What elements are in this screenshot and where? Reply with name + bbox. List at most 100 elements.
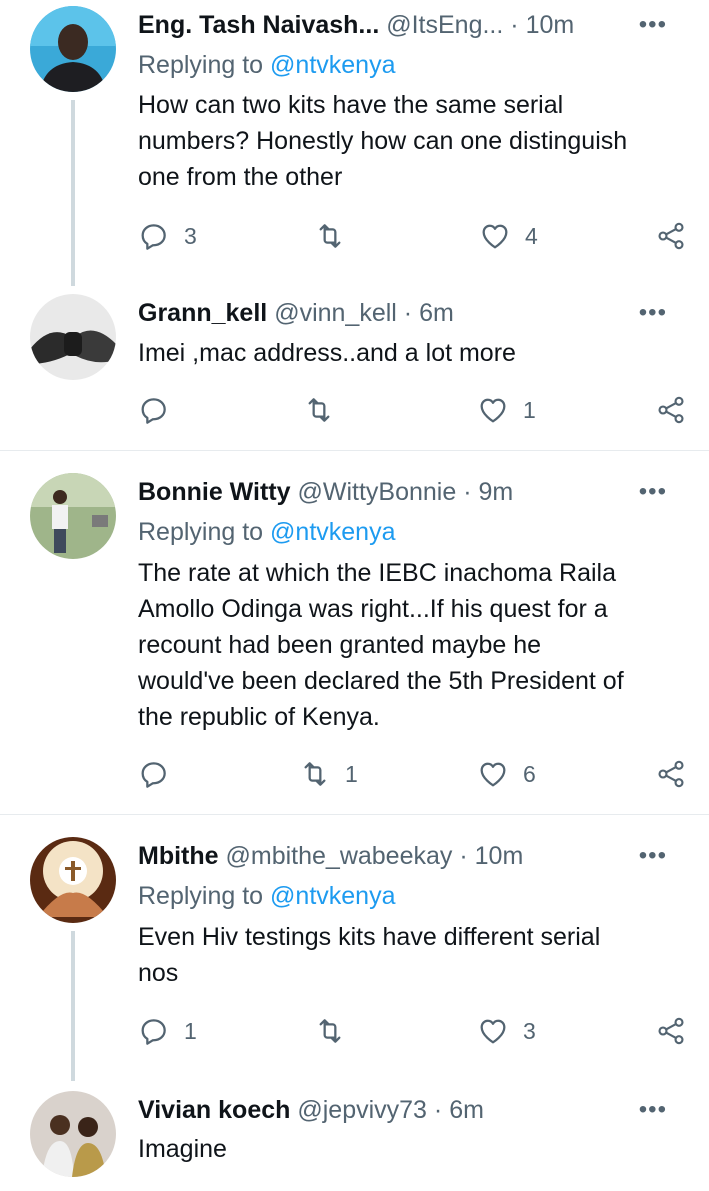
reply-icon: [141, 1019, 166, 1045]
like-button[interactable]: 3: [477, 1011, 536, 1051]
tweet-5[interactable]: Vivian koech @jepvivy73 · 6m ••• Imagine: [0, 1085, 709, 1191]
like-icon: [482, 224, 508, 249]
tweet-text: Even Hiv testings kits have different se…: [138, 919, 698, 991]
separator-dot: ·: [510, 11, 519, 39]
like-icon: [480, 398, 506, 423]
reply-icon: [141, 224, 166, 250]
tweet-text-line: Imei ,mac address..and a lot more: [138, 339, 516, 367]
reply-button[interactable]: [138, 390, 184, 430]
like-icon: [480, 1019, 506, 1044]
mention-link[interactable]: @ntvkenya: [270, 51, 395, 79]
tweet-header: Mbithe @mbithe_wabeekay · 10m •••: [138, 839, 689, 873]
thread-line: [71, 931, 75, 1081]
user-handle[interactable]: @ItsEng...: [386, 11, 503, 39]
tweet-text-line: recount had been granted maybe he: [138, 631, 542, 659]
tweet-actions: 1: [138, 390, 698, 430]
mention-link[interactable]: @ntvkenya: [270, 518, 395, 546]
tweet-3[interactable]: Bonnie Witty @WittyBonnie · 9m ••• Reply…: [0, 451, 709, 813]
retweet-button[interactable]: 1: [299, 754, 358, 794]
separator-dot: ·: [459, 842, 468, 870]
retweet-button[interactable]: [314, 1011, 360, 1051]
like-icon: [480, 762, 506, 787]
retweet-icon: [308, 398, 330, 422]
tweet-header: Bonnie Witty @WittyBonnie · 9m •••: [138, 475, 689, 509]
more-options-icon[interactable]: •••: [639, 8, 667, 42]
user-handle[interactable]: @WittyBonnie: [298, 478, 457, 506]
like-count: 3: [523, 1017, 536, 1044]
reply-button[interactable]: 3: [138, 216, 197, 256]
share-icon: [658, 760, 684, 788]
avatar[interactable]: [30, 473, 116, 559]
replying-to: Replying to @ntvkenya: [138, 879, 395, 913]
avatar[interactable]: [30, 1091, 116, 1177]
avatar-image: [30, 1091, 116, 1177]
avatar[interactable]: [30, 294, 116, 380]
timestamp[interactable]: 10m: [475, 842, 524, 870]
tweet-text: Imei ,mac address..and a lot more: [138, 335, 698, 371]
tweet-text-line: numbers? Honestly how can one distinguis…: [138, 127, 628, 155]
tweet-actions: 1 6: [138, 754, 698, 794]
more-options-icon[interactable]: •••: [639, 296, 667, 330]
display-name[interactable]: Vivian koech: [138, 1096, 290, 1124]
like-button[interactable]: 4: [479, 216, 538, 256]
more-options-icon[interactable]: •••: [639, 1093, 667, 1127]
timestamp[interactable]: 9m: [479, 478, 514, 506]
timestamp[interactable]: 10m: [526, 11, 575, 39]
like-button[interactable]: 1: [477, 390, 536, 430]
retweet-button[interactable]: [303, 390, 349, 430]
display-name[interactable]: Mbithe: [138, 842, 219, 870]
separator-dot: ·: [463, 478, 472, 506]
tweet-text-line: How can two kits have the same serial: [138, 91, 564, 119]
like-button[interactable]: 6: [477, 754, 536, 794]
display-name[interactable]: Eng. Tash Naivash...: [138, 11, 379, 39]
share-button[interactable]: [655, 754, 687, 794]
display-name[interactable]: Bonnie Witty: [138, 478, 291, 506]
avatar-image: [30, 473, 116, 559]
avatar-image: [30, 294, 116, 380]
user-handle[interactable]: @vinn_kell: [274, 299, 397, 327]
retweet-count: 1: [345, 760, 358, 787]
tweet-1[interactable]: Eng. Tash Naivash... @ItsEng... · 10m ••…: [0, 0, 709, 290]
retweet-icon: [304, 762, 326, 786]
share-icon: [658, 222, 684, 250]
share-button[interactable]: [655, 216, 687, 256]
share-icon: [658, 396, 684, 424]
timestamp[interactable]: 6m: [449, 1096, 484, 1124]
separator-dot: ·: [433, 1096, 443, 1124]
replying-to: Replying to @ntvkenya: [138, 48, 395, 82]
tweet-text-line: nos: [138, 959, 179, 987]
tweet-actions: 1 3: [138, 1011, 698, 1051]
tweet-header: Grann_kell @vinn_kell · 6m •••: [138, 296, 689, 330]
tweet-text-line: the republic of Kenya.: [138, 703, 380, 731]
tweet-text-line: The rate at which the IEBC inachoma Rail…: [138, 559, 617, 587]
reply-button[interactable]: 1: [138, 1011, 197, 1051]
tweet-text-line: Amollo Odinga was right...If his quest f…: [138, 595, 608, 623]
user-handle[interactable]: @jepvivy73: [297, 1096, 427, 1124]
tweet-text: The rate at which the IEBC inachoma Rail…: [138, 555, 698, 735]
thread-line: [71, 100, 75, 286]
tweet-text: Imagine: [138, 1131, 698, 1167]
tweet-text-line: would've been declared the 5th President…: [138, 667, 624, 695]
tweet-text-line: Imagine: [138, 1135, 227, 1163]
avatar[interactable]: [30, 837, 116, 923]
share-button[interactable]: [655, 1011, 687, 1051]
tweet-4[interactable]: Mbithe @mbithe_wabeekay · 10m ••• Replyi…: [0, 815, 709, 1085]
more-options-icon[interactable]: •••: [639, 839, 667, 873]
avatar[interactable]: [30, 6, 116, 92]
share-button[interactable]: [655, 390, 687, 430]
display-name[interactable]: Grann_kell: [138, 299, 267, 327]
separator-dot: ·: [403, 299, 413, 327]
mention-link[interactable]: @ntvkenya: [270, 882, 395, 910]
timestamp[interactable]: 6m: [419, 299, 454, 327]
tweet-2[interactable]: Grann_kell @vinn_kell · 6m ••• Imei ,mac…: [0, 290, 709, 450]
like-count: 1: [523, 396, 536, 423]
retweet-button[interactable]: [314, 216, 360, 256]
like-count: 4: [525, 222, 538, 249]
reply-button[interactable]: [138, 754, 184, 794]
more-options-icon[interactable]: •••: [639, 475, 667, 509]
retweet-icon: [319, 1019, 341, 1043]
replying-to: Replying to @ntvkenya: [138, 515, 395, 549]
like-count: 6: [523, 760, 536, 787]
reply-icon: [141, 762, 166, 788]
user-handle[interactable]: @mbithe_wabeekay: [226, 842, 453, 870]
